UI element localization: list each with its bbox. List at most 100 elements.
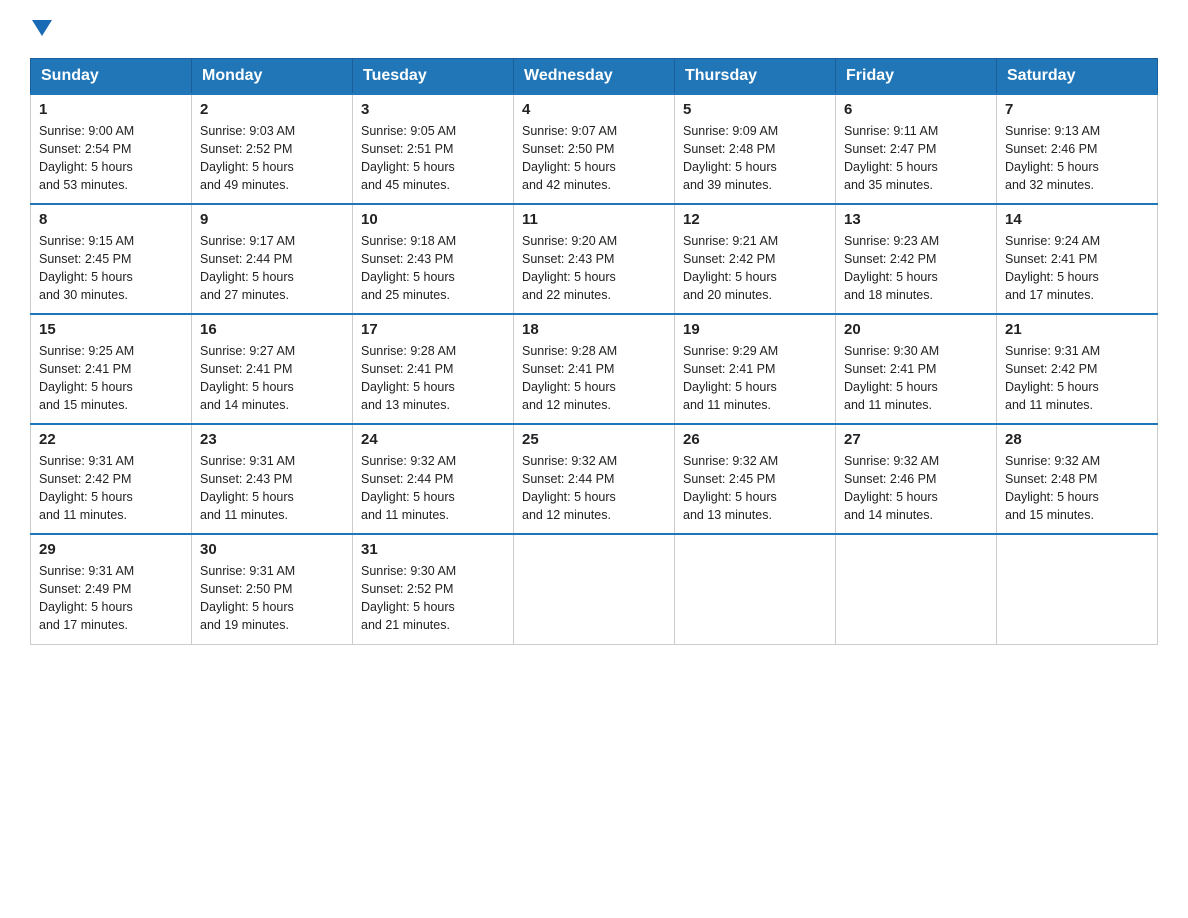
calendar-cell <box>997 534 1158 644</box>
day-number: 18 <box>522 321 666 338</box>
day-number: 9 <box>200 211 344 228</box>
column-header-friday: Friday <box>836 59 997 95</box>
calendar-cell: 31 Sunrise: 9:30 AMSunset: 2:52 PMDayligh… <box>353 534 514 644</box>
day-info: Sunrise: 9:23 AMSunset: 2:42 PMDaylight:… <box>844 232 988 305</box>
day-info: Sunrise: 9:28 AMSunset: 2:41 PMDaylight:… <box>522 342 666 415</box>
calendar-cell: 8 Sunrise: 9:15 AMSunset: 2:45 PMDaylight… <box>31 204 192 314</box>
day-number: 8 <box>39 211 183 228</box>
day-number: 17 <box>361 321 505 338</box>
day-number: 27 <box>844 431 988 448</box>
day-number: 24 <box>361 431 505 448</box>
calendar-cell: 7Sunrise: 9:13 AMSunset: 2:46 PMDaylight… <box>997 94 1158 204</box>
day-info: Sunrise: 9:32 AMSunset: 2:44 PMDaylight:… <box>522 452 666 525</box>
day-info: Sunrise: 9:09 AMSunset: 2:48 PMDaylight:… <box>683 122 827 195</box>
day-number: 22 <box>39 431 183 448</box>
day-info: Sunrise: 9:32 AMSunset: 2:48 PMDaylight:… <box>1005 452 1149 525</box>
day-number: 25 <box>522 431 666 448</box>
column-header-sunday: Sunday <box>31 59 192 95</box>
day-number: 6 <box>844 101 988 118</box>
day-number: 26 <box>683 431 827 448</box>
calendar-cell: 13 Sunrise: 9:23 AMSunset: 2:42 PMDayligh… <box>836 204 997 314</box>
calendar-header-row: SundayMondayTuesdayWednesdayThursdayFrid… <box>31 59 1158 95</box>
day-number: 23 <box>200 431 344 448</box>
day-info: Sunrise: 9:27 AMSunset: 2:41 PMDaylight:… <box>200 342 344 415</box>
day-info: Sunrise: 9:29 AMSunset: 2:41 PMDaylight:… <box>683 342 827 415</box>
day-info: Sunrise: 9:30 AMSunset: 2:52 PMDaylight:… <box>361 562 505 635</box>
day-info: Sunrise: 9:07 AMSunset: 2:50 PMDaylight:… <box>522 122 666 195</box>
calendar-cell: 4Sunrise: 9:07 AMSunset: 2:50 PMDaylight… <box>514 94 675 204</box>
column-header-thursday: Thursday <box>675 59 836 95</box>
day-number: 28 <box>1005 431 1149 448</box>
day-info: Sunrise: 9:32 AMSunset: 2:46 PMDaylight:… <box>844 452 988 525</box>
day-number: 31 <box>361 541 505 558</box>
calendar-cell: 25 Sunrise: 9:32 AMSunset: 2:44 PMDayligh… <box>514 424 675 534</box>
day-number: 10 <box>361 211 505 228</box>
day-info: Sunrise: 9:00 AMSunset: 2:54 PMDaylight:… <box>39 122 183 195</box>
week-row-2: 8 Sunrise: 9:15 AMSunset: 2:45 PMDaylight… <box>31 204 1158 314</box>
calendar-cell: 12 Sunrise: 9:21 AMSunset: 2:42 PMDayligh… <box>675 204 836 314</box>
week-row-4: 22 Sunrise: 9:31 AMSunset: 2:42 PMDayligh… <box>31 424 1158 534</box>
calendar-cell: 15Sunrise: 9:25 AMSunset: 2:41 PMDayligh… <box>31 314 192 424</box>
calendar-cell: 10 Sunrise: 9:18 AMSunset: 2:43 PMDayligh… <box>353 204 514 314</box>
day-number: 14 <box>1005 211 1149 228</box>
day-info: Sunrise: 9:31 AMSunset: 2:42 PMDaylight:… <box>39 452 183 525</box>
calendar-cell: 19Sunrise: 9:29 AMSunset: 2:41 PMDayligh… <box>675 314 836 424</box>
day-info: Sunrise: 9:05 AMSunset: 2:51 PMDaylight:… <box>361 122 505 195</box>
calendar-cell <box>514 534 675 644</box>
calendar-cell <box>836 534 997 644</box>
day-number: 2 <box>200 101 344 118</box>
calendar-cell: 26 Sunrise: 9:32 AMSunset: 2:45 PMDayligh… <box>675 424 836 534</box>
day-info: Sunrise: 9:30 AMSunset: 2:41 PMDaylight:… <box>844 342 988 415</box>
calendar-cell: 23Sunrise: 9:31 AMSunset: 2:43 PMDayligh… <box>192 424 353 534</box>
day-number: 30 <box>200 541 344 558</box>
calendar-cell: 3Sunrise: 9:05 AMSunset: 2:51 PMDaylight… <box>353 94 514 204</box>
day-number: 7 <box>1005 101 1149 118</box>
week-row-3: 15Sunrise: 9:25 AMSunset: 2:41 PMDayligh… <box>31 314 1158 424</box>
day-number: 20 <box>844 321 988 338</box>
calendar-cell: 20 Sunrise: 9:30 AMSunset: 2:41 PMDayligh… <box>836 314 997 424</box>
column-header-tuesday: Tuesday <box>353 59 514 95</box>
day-number: 5 <box>683 101 827 118</box>
column-header-saturday: Saturday <box>997 59 1158 95</box>
day-info: Sunrise: 9:31 AMSunset: 2:42 PMDaylight:… <box>1005 342 1149 415</box>
calendar-cell: 11Sunrise: 9:20 AMSunset: 2:43 PMDayligh… <box>514 204 675 314</box>
page-header <box>30 20 1158 40</box>
calendar-cell: 27 Sunrise: 9:32 AMSunset: 2:46 PMDayligh… <box>836 424 997 534</box>
calendar-cell: 9 Sunrise: 9:17 AMSunset: 2:44 PMDaylight… <box>192 204 353 314</box>
column-header-wednesday: Wednesday <box>514 59 675 95</box>
day-number: 13 <box>844 211 988 228</box>
column-header-monday: Monday <box>192 59 353 95</box>
calendar-cell: 16 Sunrise: 9:27 AMSunset: 2:41 PMDayligh… <box>192 314 353 424</box>
day-info: Sunrise: 9:17 AMSunset: 2:44 PMDaylight:… <box>200 232 344 305</box>
calendar-cell <box>675 534 836 644</box>
logo <box>30 20 54 40</box>
week-row-1: 1Sunrise: 9:00 AMSunset: 2:54 PMDaylight… <box>31 94 1158 204</box>
calendar-cell: 30 Sunrise: 9:31 AMSunset: 2:50 PMDayligh… <box>192 534 353 644</box>
calendar-cell: 29 Sunrise: 9:31 AMSunset: 2:49 PMDayligh… <box>31 534 192 644</box>
calendar-cell: 24Sunrise: 9:32 AMSunset: 2:44 PMDayligh… <box>353 424 514 534</box>
day-info: Sunrise: 9:18 AMSunset: 2:43 PMDaylight:… <box>361 232 505 305</box>
day-info: Sunrise: 9:11 AMSunset: 2:47 PMDaylight:… <box>844 122 988 195</box>
day-number: 29 <box>39 541 183 558</box>
day-info: Sunrise: 9:03 AMSunset: 2:52 PMDaylight:… <box>200 122 344 195</box>
day-info: Sunrise: 9:31 AMSunset: 2:50 PMDaylight:… <box>200 562 344 635</box>
calendar-cell: 18 Sunrise: 9:28 AMSunset: 2:41 PMDayligh… <box>514 314 675 424</box>
day-number: 15 <box>39 321 183 338</box>
day-info: Sunrise: 9:28 AMSunset: 2:41 PMDaylight:… <box>361 342 505 415</box>
week-row-5: 29 Sunrise: 9:31 AMSunset: 2:49 PMDayligh… <box>31 534 1158 644</box>
day-info: Sunrise: 9:24 AMSunset: 2:41 PMDaylight:… <box>1005 232 1149 305</box>
calendar-cell: 22 Sunrise: 9:31 AMSunset: 2:42 PMDayligh… <box>31 424 192 534</box>
day-number: 21 <box>1005 321 1149 338</box>
calendar-cell: 28 Sunrise: 9:32 AMSunset: 2:48 PMDayligh… <box>997 424 1158 534</box>
day-info: Sunrise: 9:21 AMSunset: 2:42 PMDaylight:… <box>683 232 827 305</box>
day-number: 12 <box>683 211 827 228</box>
day-info: Sunrise: 9:15 AMSunset: 2:45 PMDaylight:… <box>39 232 183 305</box>
day-info: Sunrise: 9:32 AMSunset: 2:45 PMDaylight:… <box>683 452 827 525</box>
day-info: Sunrise: 9:31 AMSunset: 2:49 PMDaylight:… <box>39 562 183 635</box>
calendar-cell: 1Sunrise: 9:00 AMSunset: 2:54 PMDaylight… <box>31 94 192 204</box>
calendar-cell: 14 Sunrise: 9:24 AMSunset: 2:41 PMDayligh… <box>997 204 1158 314</box>
day-number: 11 <box>522 211 666 228</box>
calendar-cell: 6 Sunrise: 9:11 AMSunset: 2:47 PMDaylight… <box>836 94 997 204</box>
logo-triangle-icon <box>32 20 52 36</box>
day-number: 16 <box>200 321 344 338</box>
